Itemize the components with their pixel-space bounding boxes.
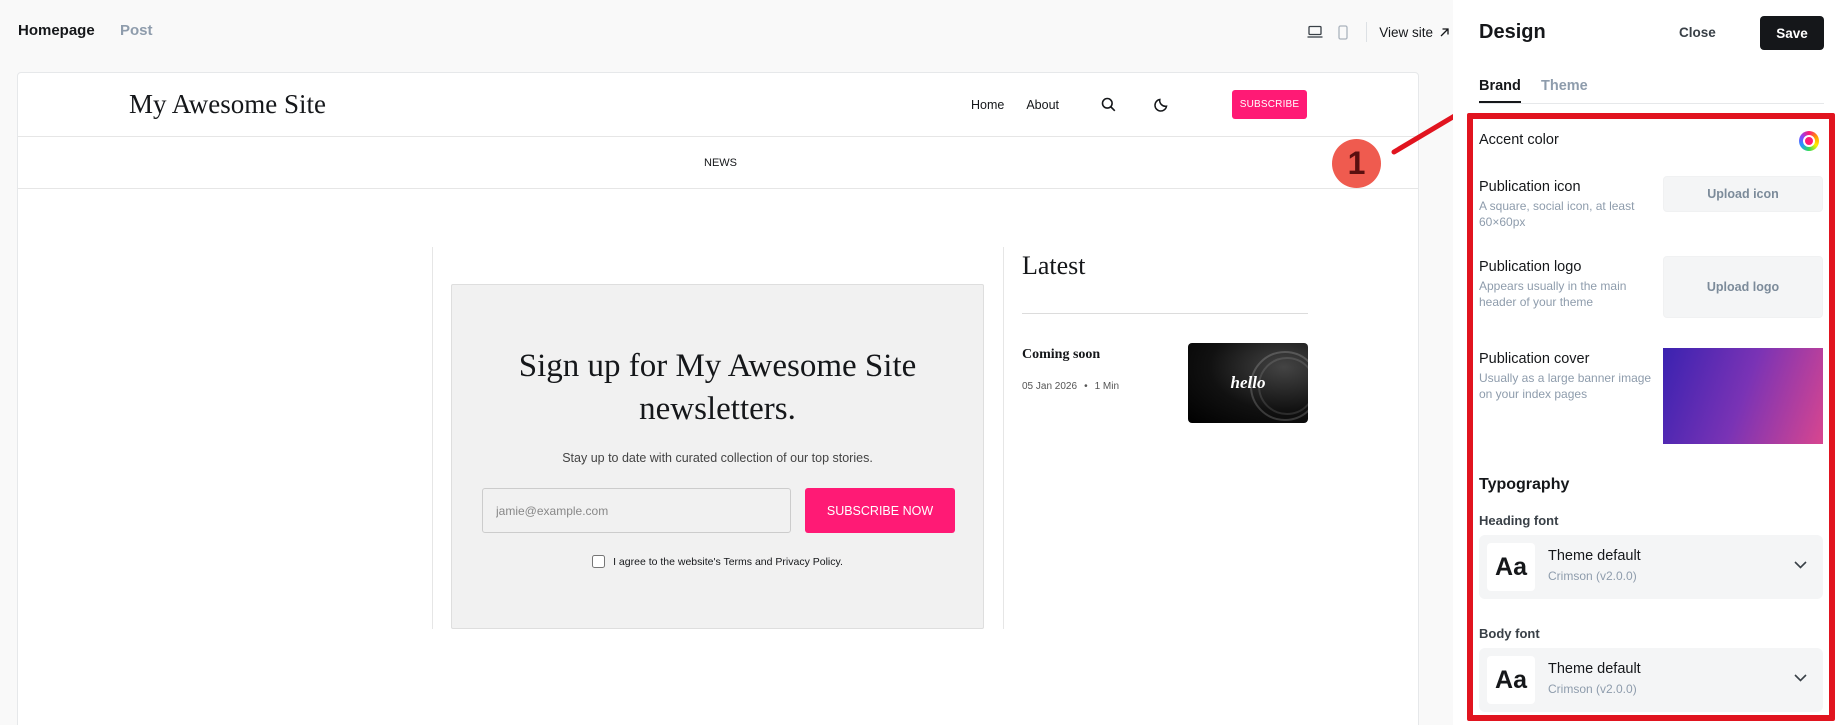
mobile-icon[interactable]	[1332, 21, 1354, 43]
email-field[interactable]	[482, 488, 791, 533]
divider	[1022, 313, 1308, 314]
view-site-link[interactable]: View site	[1379, 25, 1452, 40]
site-title[interactable]: My Awesome Site	[129, 89, 326, 120]
nav-link-news[interactable]: NEWS	[704, 157, 737, 169]
post-reading-time: 1 Min	[1094, 381, 1120, 392]
tab-brand[interactable]: Brand	[1479, 78, 1521, 94]
secondary-nav: NEWS	[18, 137, 1418, 189]
site-preview: My Awesome Site Home About SUBSCRIBE NEW…	[17, 72, 1419, 725]
column-divider	[432, 247, 433, 629]
terms-agreement: I agree to the website's Terms and Priva…	[452, 555, 983, 568]
thumbnail-text: hello	[1230, 373, 1266, 392]
terms-label: I agree to the website's Terms and Priva…	[613, 555, 843, 568]
close-button[interactable]: Close	[1679, 25, 1716, 40]
preview-controls: View site	[1298, 18, 1452, 46]
signup-subtext: Stay up to date with curated collection …	[562, 451, 873, 465]
design-panel: Design Close Save Brand Theme Accent col…	[1453, 0, 1839, 725]
post-date: 05 Jan 2026	[1022, 381, 1078, 392]
signup-heading: Sign up for My Awesome Site newsletters.	[518, 348, 917, 427]
tab-post[interactable]: Post	[120, 22, 153, 39]
terms-checkbox[interactable]	[592, 555, 606, 568]
step-number-badge: 1	[1332, 139, 1381, 188]
site-nav: Home About	[971, 97, 1187, 112]
divider	[1479, 103, 1824, 104]
external-arrow-icon	[1440, 27, 1449, 36]
preview-topbar: Homepage Post View site	[0, 0, 1452, 62]
post-title[interactable]: Coming soon	[1022, 347, 1100, 363]
nav-link-home[interactable]: Home	[971, 98, 1004, 112]
panel-title: Design	[1479, 21, 1546, 43]
subscribe-now-button[interactable]: SUBSCRIBE NOW	[805, 488, 955, 533]
tab-theme[interactable]: Theme	[1541, 78, 1588, 94]
save-button[interactable]: Save	[1760, 16, 1824, 50]
post-thumbnail[interactable]: hello	[1188, 343, 1308, 423]
nav-link-about[interactable]: About	[1026, 98, 1059, 112]
divider	[1366, 22, 1368, 42]
meta-separator: •	[1084, 381, 1088, 392]
dark-mode-icon[interactable]	[1154, 97, 1169, 112]
site-header: My Awesome Site Home About SUBSCRIBE	[18, 73, 1418, 137]
latest-heading: Latest	[1022, 251, 1086, 280]
subscribe-button[interactable]: SUBSCRIBE	[1232, 90, 1307, 119]
tab-homepage[interactable]: Homepage	[18, 22, 95, 39]
post-meta: 05 Jan 2026 • 1 Min	[1022, 381, 1119, 392]
search-icon[interactable]	[1101, 97, 1116, 112]
column-divider	[1003, 247, 1004, 629]
desktop-icon[interactable]	[1304, 21, 1326, 43]
annotation-highlight-box	[1467, 113, 1835, 721]
view-site-label: View site	[1379, 24, 1433, 40]
newsletter-signup-box: Sign up for My Awesome Site newsletters.…	[451, 284, 984, 629]
active-tab-indicator	[1479, 101, 1521, 103]
